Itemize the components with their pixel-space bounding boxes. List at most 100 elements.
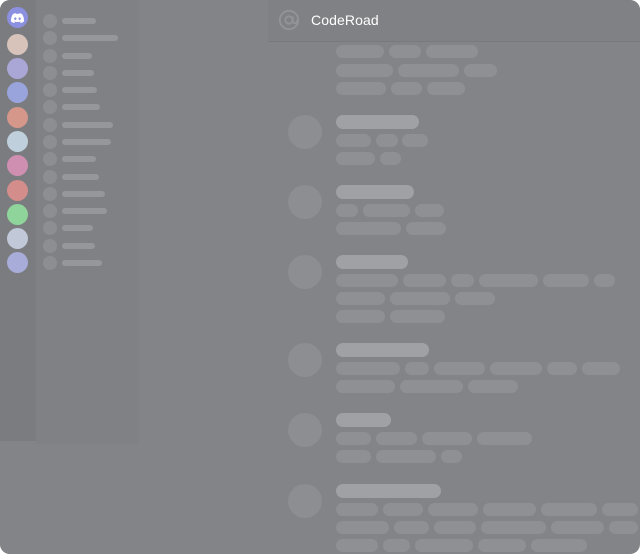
message-text-placeholder xyxy=(389,45,421,58)
server-icon[interactable] xyxy=(7,204,28,225)
avatar xyxy=(43,256,57,270)
message-text-placeholder xyxy=(336,64,393,77)
avatar xyxy=(43,239,57,253)
dm-list-item[interactable] xyxy=(36,185,139,201)
message-text-placeholder xyxy=(594,274,615,287)
message-text-placeholder xyxy=(336,503,378,516)
message-text-placeholder xyxy=(455,292,495,305)
server-icon[interactable] xyxy=(7,155,28,176)
message-text-placeholder xyxy=(415,204,444,217)
dm-list-item[interactable] xyxy=(36,29,139,45)
dm-list-item[interactable] xyxy=(36,219,139,235)
avatar[interactable] xyxy=(288,115,322,149)
dm-list-item[interactable] xyxy=(36,254,139,270)
dm-list-item[interactable] xyxy=(36,47,139,63)
dm-list-item[interactable] xyxy=(36,12,139,28)
dm-name-placeholder xyxy=(62,139,111,145)
chat-header: CodeRoad xyxy=(268,0,640,41)
message-text-placeholder xyxy=(541,503,597,516)
avatar xyxy=(43,14,57,28)
dm-name-placeholder xyxy=(62,122,113,128)
avatar[interactable] xyxy=(288,185,322,219)
app-window: CodeRoad xyxy=(0,0,640,554)
message-text-placeholder xyxy=(479,274,538,287)
server-icon[interactable] xyxy=(7,252,28,273)
message-text-placeholder xyxy=(490,362,542,375)
dm-list-item[interactable] xyxy=(36,202,139,218)
avatar xyxy=(43,66,57,80)
dm-sidebar xyxy=(36,0,139,444)
dm-name-placeholder xyxy=(62,87,97,93)
message-text-placeholder xyxy=(376,432,417,445)
avatar xyxy=(43,83,57,97)
message-text-placeholder xyxy=(422,432,472,445)
message-text-placeholder xyxy=(336,152,375,165)
message-text-placeholder xyxy=(543,274,589,287)
dm-list-item[interactable] xyxy=(36,150,139,166)
message-text-placeholder xyxy=(478,539,526,552)
server-icon[interactable] xyxy=(7,131,28,152)
dm-list-item[interactable] xyxy=(36,168,139,184)
dm-list-item[interactable] xyxy=(36,81,139,97)
message-text-placeholder xyxy=(434,521,476,534)
server-icon[interactable] xyxy=(7,228,28,249)
message-text-placeholder xyxy=(415,539,473,552)
message-text-placeholder xyxy=(336,274,398,287)
avatar[interactable] xyxy=(288,343,322,377)
message-text-placeholder xyxy=(468,380,518,393)
avatar[interactable] xyxy=(288,255,322,289)
server-icon[interactable] xyxy=(7,180,28,201)
message-text-placeholder xyxy=(336,450,371,463)
avatar xyxy=(43,187,57,201)
server-rail xyxy=(0,0,36,441)
dm-list-item[interactable] xyxy=(36,116,139,132)
message-text-placeholder xyxy=(451,274,474,287)
message-text-placeholder xyxy=(402,134,428,147)
discord-logo-glyph xyxy=(11,12,24,23)
dm-name-placeholder xyxy=(62,70,94,76)
message-text-placeholder xyxy=(426,45,478,58)
message-author-placeholder xyxy=(336,255,408,269)
message-text-placeholder xyxy=(336,134,371,147)
server-icon[interactable] xyxy=(7,58,28,79)
dm-list-item[interactable] xyxy=(36,98,139,114)
message-author-placeholder xyxy=(336,413,391,427)
message-text-placeholder xyxy=(394,521,429,534)
dm-name-placeholder xyxy=(62,104,100,110)
dm-name-placeholder xyxy=(62,208,107,214)
dm-list-item[interactable] xyxy=(36,64,139,80)
message-text-placeholder xyxy=(602,503,638,516)
message-text-placeholder xyxy=(609,521,638,534)
message-text-placeholder xyxy=(363,204,410,217)
server-icon[interactable] xyxy=(7,107,28,128)
avatar[interactable] xyxy=(288,484,322,518)
message-text-placeholder xyxy=(464,64,497,77)
dm-name-placeholder xyxy=(62,174,99,180)
message-text-placeholder xyxy=(336,82,386,95)
message-text-placeholder xyxy=(391,82,422,95)
message-text-placeholder xyxy=(398,64,459,77)
message-text-placeholder xyxy=(336,432,371,445)
message-text-placeholder xyxy=(383,539,410,552)
message-text-placeholder xyxy=(336,521,389,534)
server-icon[interactable] xyxy=(7,82,28,103)
message-text-placeholder xyxy=(380,152,401,165)
dm-name-placeholder xyxy=(62,35,118,41)
avatar xyxy=(43,152,57,166)
dm-list-item[interactable] xyxy=(36,133,139,149)
avatar xyxy=(43,135,57,149)
avatar xyxy=(43,221,57,235)
message-text-placeholder xyxy=(376,450,436,463)
message-text-placeholder xyxy=(481,521,546,534)
avatar[interactable] xyxy=(288,413,322,447)
message-text-placeholder xyxy=(406,222,446,235)
message-text-placeholder xyxy=(336,362,400,375)
dm-name-placeholder xyxy=(62,225,93,231)
dm-list-item[interactable] xyxy=(36,237,139,253)
avatar xyxy=(43,204,57,218)
dm-name-placeholder xyxy=(62,53,92,59)
server-icon[interactable] xyxy=(7,34,28,55)
message-text-placeholder xyxy=(405,362,429,375)
avatar xyxy=(43,31,57,45)
discord-logo-icon[interactable] xyxy=(7,7,28,28)
